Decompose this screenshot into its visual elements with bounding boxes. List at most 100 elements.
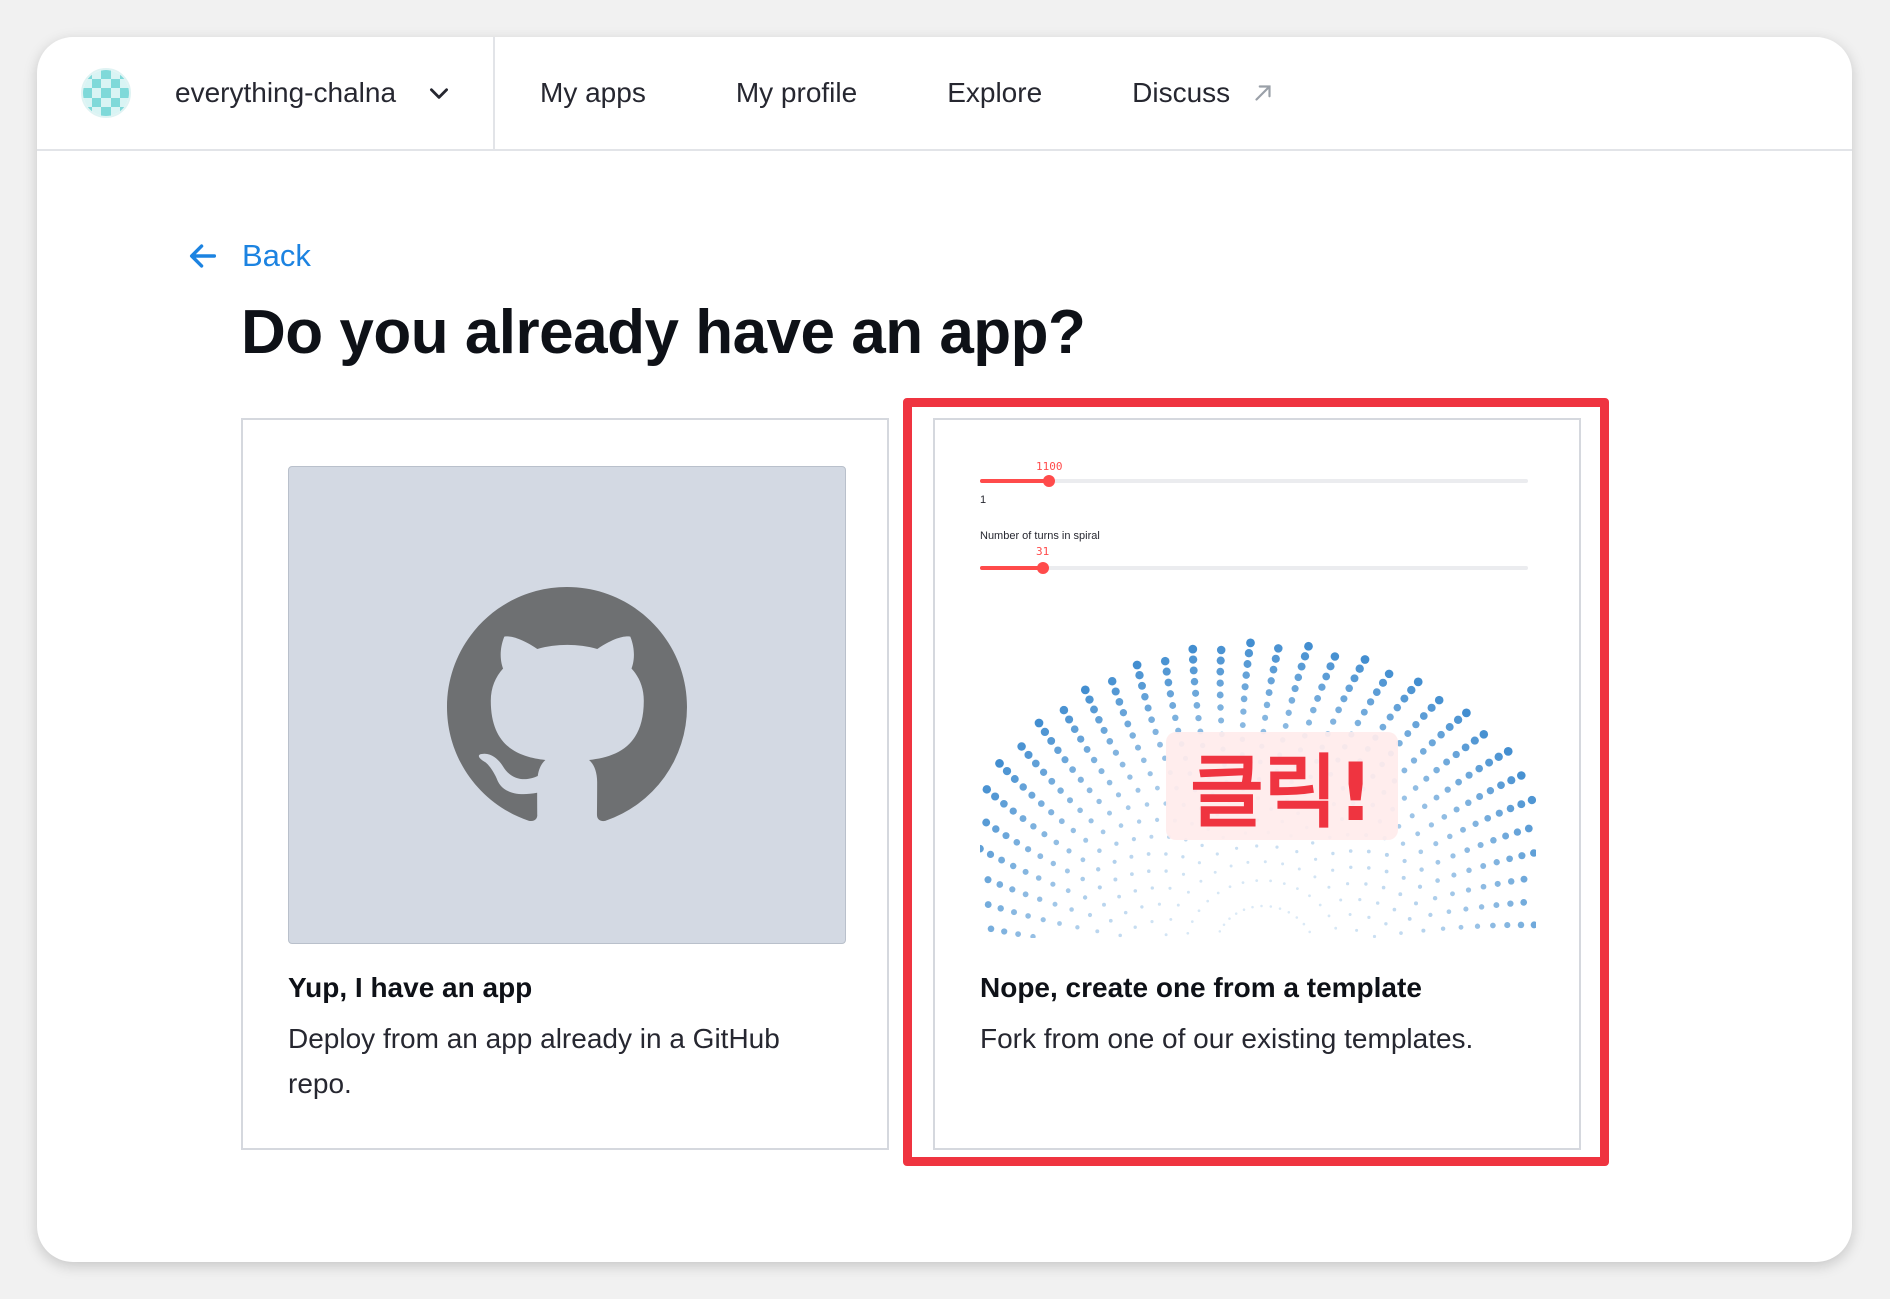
spiral-dot	[1190, 677, 1199, 686]
avatar-cell	[101, 88, 111, 98]
nav-discuss[interactable]: Discuss	[1132, 77, 1276, 109]
spiral-dot	[1106, 779, 1113, 786]
spiral-dot	[1015, 931, 1021, 937]
spiral-dot	[1398, 892, 1403, 897]
spiral-dot	[1070, 725, 1079, 734]
spiral-dot	[1475, 764, 1483, 773]
slider-thumb	[1037, 562, 1050, 574]
slider-thumb	[1042, 475, 1055, 487]
spiral-dot	[1090, 756, 1098, 764]
spiral-dot	[1123, 910, 1128, 915]
nav-explore[interactable]: Explore	[947, 77, 1042, 109]
spiral-dot	[1421, 803, 1428, 810]
spiral-dot	[1327, 885, 1331, 889]
slider-track	[980, 475, 1528, 487]
spiral-dot	[1240, 708, 1247, 715]
spiral-dot	[1410, 757, 1418, 764]
spiral-dot	[1401, 875, 1406, 880]
workspace-switcher[interactable]: everything-chalna	[37, 37, 495, 149]
spiral-dot	[1157, 741, 1163, 748]
option-card-existing-app[interactable]: Yup, I have an app Deploy from an app al…	[241, 418, 889, 1150]
spiral-dot	[1037, 800, 1045, 807]
spiral-dot	[1041, 831, 1048, 838]
spiral-dot	[1080, 685, 1090, 695]
spiral-dot	[1433, 766, 1440, 774]
spiral-dot	[992, 825, 1000, 833]
spiral-dot	[997, 905, 1004, 912]
spiral-dot	[1052, 901, 1058, 907]
spiral-dot	[1070, 827, 1077, 834]
spiral-dot	[1066, 797, 1074, 804]
spiral-dot	[1019, 815, 1027, 823]
spiral-dot	[1065, 715, 1074, 724]
spiral-dot	[1297, 662, 1306, 671]
spiral-dot	[1083, 837, 1089, 843]
spiral-dot	[1530, 849, 1536, 857]
nav-my-profile[interactable]: My profile	[736, 77, 857, 109]
spiral-dot	[1269, 665, 1278, 674]
spiral-dot	[1040, 727, 1050, 737]
spiral-dot	[1017, 742, 1026, 751]
spiral-dot	[1493, 902, 1500, 909]
spiral-dot	[1432, 895, 1438, 901]
back-link[interactable]: Back	[186, 238, 311, 274]
spiral-dot	[1190, 920, 1194, 923]
spiral-dot	[1269, 879, 1272, 883]
spiral-dot	[1465, 799, 1472, 807]
spiral-dot	[1181, 855, 1185, 859]
nav-my-apps[interactable]: My apps	[540, 77, 646, 109]
spiral-dot	[1186, 931, 1190, 935]
spiral-dot	[1082, 895, 1088, 900]
spiral-dot	[1478, 904, 1485, 910]
spiral-dot	[1517, 921, 1525, 929]
spiral-dot	[1243, 660, 1252, 668]
spiral-dot	[1327, 914, 1331, 918]
top-navigation-bar: everything-chalna My apps My profile Exp…	[37, 37, 1852, 151]
spiral-dot	[1367, 915, 1371, 920]
spiral-dot	[1086, 787, 1093, 794]
github-icon	[447, 587, 687, 822]
spiral-dot	[1125, 805, 1131, 811]
spiral-dot	[1465, 887, 1472, 893]
spiral-dot	[1160, 656, 1170, 666]
spiral-dot	[1392, 907, 1397, 912]
spiral-dot	[1400, 841, 1406, 846]
spiral-dot	[1518, 852, 1526, 860]
spiral-dot	[1065, 888, 1071, 894]
spiral-dot	[1507, 900, 1514, 907]
spiral-dot	[1493, 859, 1500, 866]
spiral-dot	[1135, 671, 1144, 680]
spiral-dot	[1400, 694, 1409, 703]
spiral-dot	[984, 876, 992, 884]
spiral-dot	[1476, 793, 1484, 800]
spiral-dot	[1435, 859, 1441, 865]
spiral-dot	[1331, 868, 1335, 872]
spiral-dot	[1112, 859, 1117, 864]
spiral-dot	[1360, 708, 1368, 716]
spiral-dot	[1444, 786, 1451, 793]
spiral-dot	[1486, 787, 1495, 795]
spiral-dot	[1378, 678, 1388, 687]
option-title: Nope, create one from a template	[980, 972, 1422, 1003]
spiral-dot	[1494, 752, 1503, 761]
avatar-cell	[110, 106, 120, 116]
spiral-dot	[1470, 736, 1479, 745]
spiral-dot	[1314, 857, 1318, 861]
avatar-cell	[110, 97, 120, 107]
spiral-dot	[1318, 903, 1322, 907]
spiral-dot	[1130, 872, 1134, 876]
spiral-dot	[1215, 852, 1219, 856]
spiral-dot	[1506, 855, 1513, 863]
avatar-cell	[101, 106, 111, 116]
spiral-dot	[1465, 771, 1473, 779]
spiral-dot	[1107, 677, 1117, 686]
spiral-dot	[1304, 641, 1313, 651]
spiral-dot	[1053, 839, 1060, 846]
spiral-dot	[1517, 771, 1526, 780]
slider-fill	[980, 566, 1044, 570]
spiral-dot	[1234, 912, 1238, 915]
spiral-dot	[1360, 655, 1370, 664]
spiral-dot	[1114, 841, 1119, 846]
spiral-dot	[1213, 870, 1217, 874]
avatar-cell	[83, 79, 93, 89]
